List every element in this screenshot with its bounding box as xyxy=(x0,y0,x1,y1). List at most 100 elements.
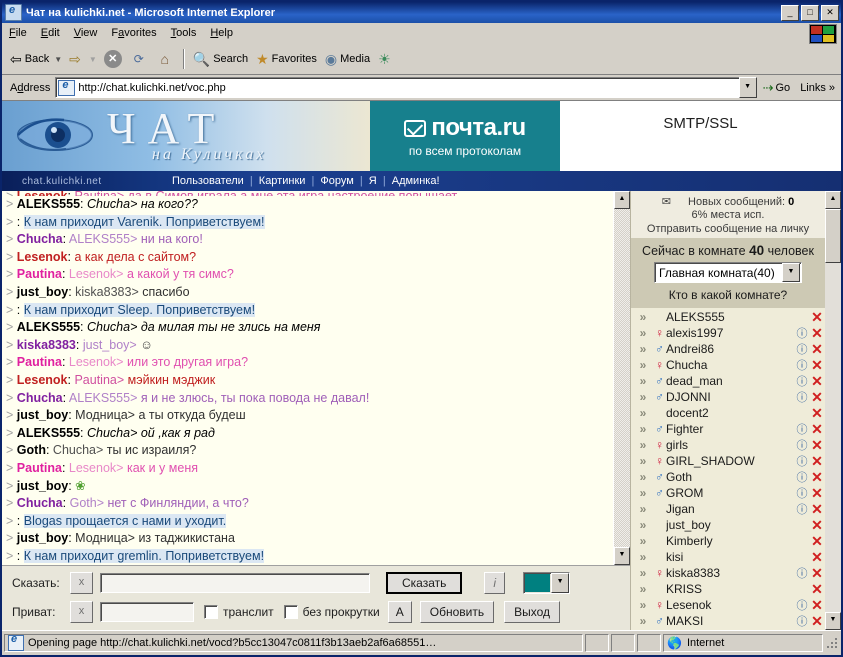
user-chevrons-icon[interactable]: » xyxy=(631,486,653,500)
user-name[interactable]: MAKSI xyxy=(666,614,795,628)
user-name[interactable]: GROM xyxy=(666,486,795,500)
send-private-link[interactable]: Отправить сообщение на личку xyxy=(635,223,821,235)
user-list-item[interactable]: » docent2 ✕ xyxy=(631,405,825,421)
user-kick-icon[interactable]: ✕ xyxy=(809,565,825,582)
nav-link-forum[interactable]: Форум xyxy=(320,175,353,187)
user-info-icon[interactable]: ⓘ xyxy=(795,469,809,485)
message-nick[interactable]: Chucha xyxy=(17,496,63,510)
user-list-item[interactable]: » ♂ Fighter ⓘ ✕ xyxy=(631,421,825,437)
italic-button[interactable]: i xyxy=(484,572,506,594)
user-chevrons-icon[interactable]: » xyxy=(631,550,653,564)
menu-item-help[interactable]: Help xyxy=(203,25,240,41)
security-zone-cell[interactable]: 🌎 Internet xyxy=(663,634,823,652)
nav-link-me[interactable]: Я xyxy=(369,175,377,187)
user-list-item[interactable]: » ♀ alexis1997 ⓘ ✕ xyxy=(631,325,825,341)
history-button[interactable]: ☀ xyxy=(374,45,398,73)
search-button[interactable]: 🔍 Search xyxy=(189,45,252,73)
message-nick[interactable]: ALEKS555 xyxy=(17,197,80,211)
user-kick-icon[interactable]: ✕ xyxy=(809,517,825,534)
address-dropdown-icon[interactable]: ▼ xyxy=(738,77,757,98)
user-kick-icon[interactable]: ✕ xyxy=(809,389,825,406)
chat-scroll-track[interactable] xyxy=(614,209,630,547)
color-select[interactable]: ▼ xyxy=(523,572,571,594)
say-clear-button[interactable]: x xyxy=(70,572,93,594)
who-where-link[interactable]: Кто в какой комнате? xyxy=(635,288,821,302)
media-button[interactable]: ◉ Media xyxy=(321,45,374,73)
user-chevrons-icon[interactable]: » xyxy=(631,342,653,356)
private-input[interactable] xyxy=(100,602,194,622)
user-info-icon[interactable]: ⓘ xyxy=(795,597,809,613)
menu-item-edit[interactable]: Edit xyxy=(34,25,67,41)
user-kick-icon[interactable]: ✕ xyxy=(809,309,825,326)
user-chevrons-icon[interactable]: » xyxy=(631,614,653,628)
say-button[interactable]: Сказать xyxy=(386,572,463,594)
user-kick-icon[interactable]: ✕ xyxy=(809,405,825,422)
sidebar-scrollbar[interactable]: ▲ ▼ xyxy=(825,191,841,630)
menu-item-tools[interactable]: Tools xyxy=(164,25,204,41)
user-list-item[interactable]: » Jigan ⓘ ✕ xyxy=(631,501,825,517)
user-chevrons-icon[interactable]: » xyxy=(631,310,653,324)
user-list-item[interactable]: »♂Narcotikⓘ✕ xyxy=(631,629,825,631)
sidebar-scroll-thumb[interactable] xyxy=(825,209,841,263)
user-info-icon[interactable]: ⓘ xyxy=(795,341,809,357)
chat-scrollbar[interactable]: ▲ ▼ xyxy=(613,191,630,565)
color-dropdown-icon[interactable]: ▼ xyxy=(551,573,570,593)
user-list-item[interactable]: » ♀ girls ⓘ ✕ xyxy=(631,437,825,453)
message-nick[interactable]: just_boy xyxy=(17,531,68,545)
message-nick[interactable]: Goth xyxy=(17,443,46,457)
refresh-chat-button[interactable]: Обновить xyxy=(419,601,495,623)
user-list-item[interactable]: » ♀ Lesenok ⓘ ✕ xyxy=(631,597,825,613)
user-kick-icon[interactable]: ✕ xyxy=(809,629,825,631)
user-name[interactable]: kisi xyxy=(666,550,795,564)
message-nick[interactable]: just_boy xyxy=(17,408,68,422)
user-chevrons-icon[interactable]: » xyxy=(631,406,653,420)
user-list-item[interactable]: » ♀ GIRL_SHADOW ⓘ ✕ xyxy=(631,453,825,469)
user-kick-icon[interactable]: ✕ xyxy=(809,421,825,438)
message-nick[interactable]: Pautina xyxy=(17,355,62,369)
user-chevrons-icon[interactable]: » xyxy=(631,326,653,340)
user-list-item[interactable]: » ♂ Andrei86 ⓘ ✕ xyxy=(631,341,825,357)
user-kick-icon[interactable]: ✕ xyxy=(809,581,825,598)
room-select[interactable]: Главная комната(40) ▼ xyxy=(654,262,802,283)
forward-dropdown-icon[interactable]: ▼ xyxy=(89,55,97,64)
message-nick[interactable]: kiska8383 xyxy=(17,338,76,352)
user-chevrons-icon[interactable]: » xyxy=(631,470,653,484)
user-info-icon[interactable]: ⓘ xyxy=(795,565,809,581)
user-info-icon[interactable]: ⓘ xyxy=(795,389,809,405)
nav-link-admin[interactable]: Админка! xyxy=(392,175,440,187)
user-list-item[interactable]: » ♀ kiska8383 ⓘ ✕ xyxy=(631,565,825,581)
user-info-icon[interactable]: ⓘ xyxy=(795,453,809,469)
menu-item-file[interactable]: File xyxy=(2,25,34,41)
user-list-item[interactable]: » kisi ✕ xyxy=(631,549,825,565)
back-button[interactable]: ⇦ Back xyxy=(6,45,53,73)
user-name[interactable]: Jigan xyxy=(666,502,795,516)
user-name[interactable]: Kimberly xyxy=(666,534,795,548)
pochta-ru-ad[interactable]: почта.ru по всем протоколам xyxy=(370,101,560,171)
user-list-item[interactable]: » ALEKS555 ✕ xyxy=(631,309,825,325)
user-list-item[interactable]: » ♂ GROM ⓘ ✕ xyxy=(631,485,825,501)
user-kick-icon[interactable]: ✕ xyxy=(809,357,825,374)
favorites-button[interactable]: ★ Favorites xyxy=(252,45,321,73)
user-kick-icon[interactable]: ✕ xyxy=(809,437,825,454)
user-list-item[interactable]: » ♂ dead_man ⓘ ✕ xyxy=(631,373,825,389)
user-list-item[interactable]: » ♂ MAKSI ⓘ ✕ xyxy=(631,613,825,629)
user-info-icon[interactable]: ⓘ xyxy=(795,357,809,373)
site-logo[interactable]: ЧАТ на Куличках xyxy=(2,101,370,171)
user-kick-icon[interactable]: ✕ xyxy=(809,341,825,358)
nav-link-pictures[interactable]: Картинки xyxy=(259,175,306,187)
user-kick-icon[interactable]: ✕ xyxy=(809,469,825,486)
exit-button[interactable]: Выход xyxy=(504,601,561,623)
chat-scroll-up-button[interactable]: ▲ xyxy=(614,191,630,209)
minimize-button[interactable]: _ xyxy=(781,4,799,21)
user-name[interactable]: DJONNI xyxy=(666,390,795,404)
font-button[interactable]: A xyxy=(387,601,412,623)
sidebar-scroll-down-button[interactable]: ▼ xyxy=(825,612,841,630)
sidebar-scroll-up-button[interactable]: ▲ xyxy=(825,191,841,209)
resize-grip[interactable] xyxy=(825,636,839,650)
user-list-item[interactable]: » ♂ Goth ⓘ ✕ xyxy=(631,469,825,485)
refresh-button[interactable]: ⟳ xyxy=(126,45,152,73)
menu-item-favorites[interactable]: Favorites xyxy=(104,25,163,41)
message-nick[interactable]: Chucha xyxy=(17,232,63,246)
noscroll-checkbox[interactable] xyxy=(283,605,298,619)
user-kick-icon[interactable]: ✕ xyxy=(809,485,825,502)
